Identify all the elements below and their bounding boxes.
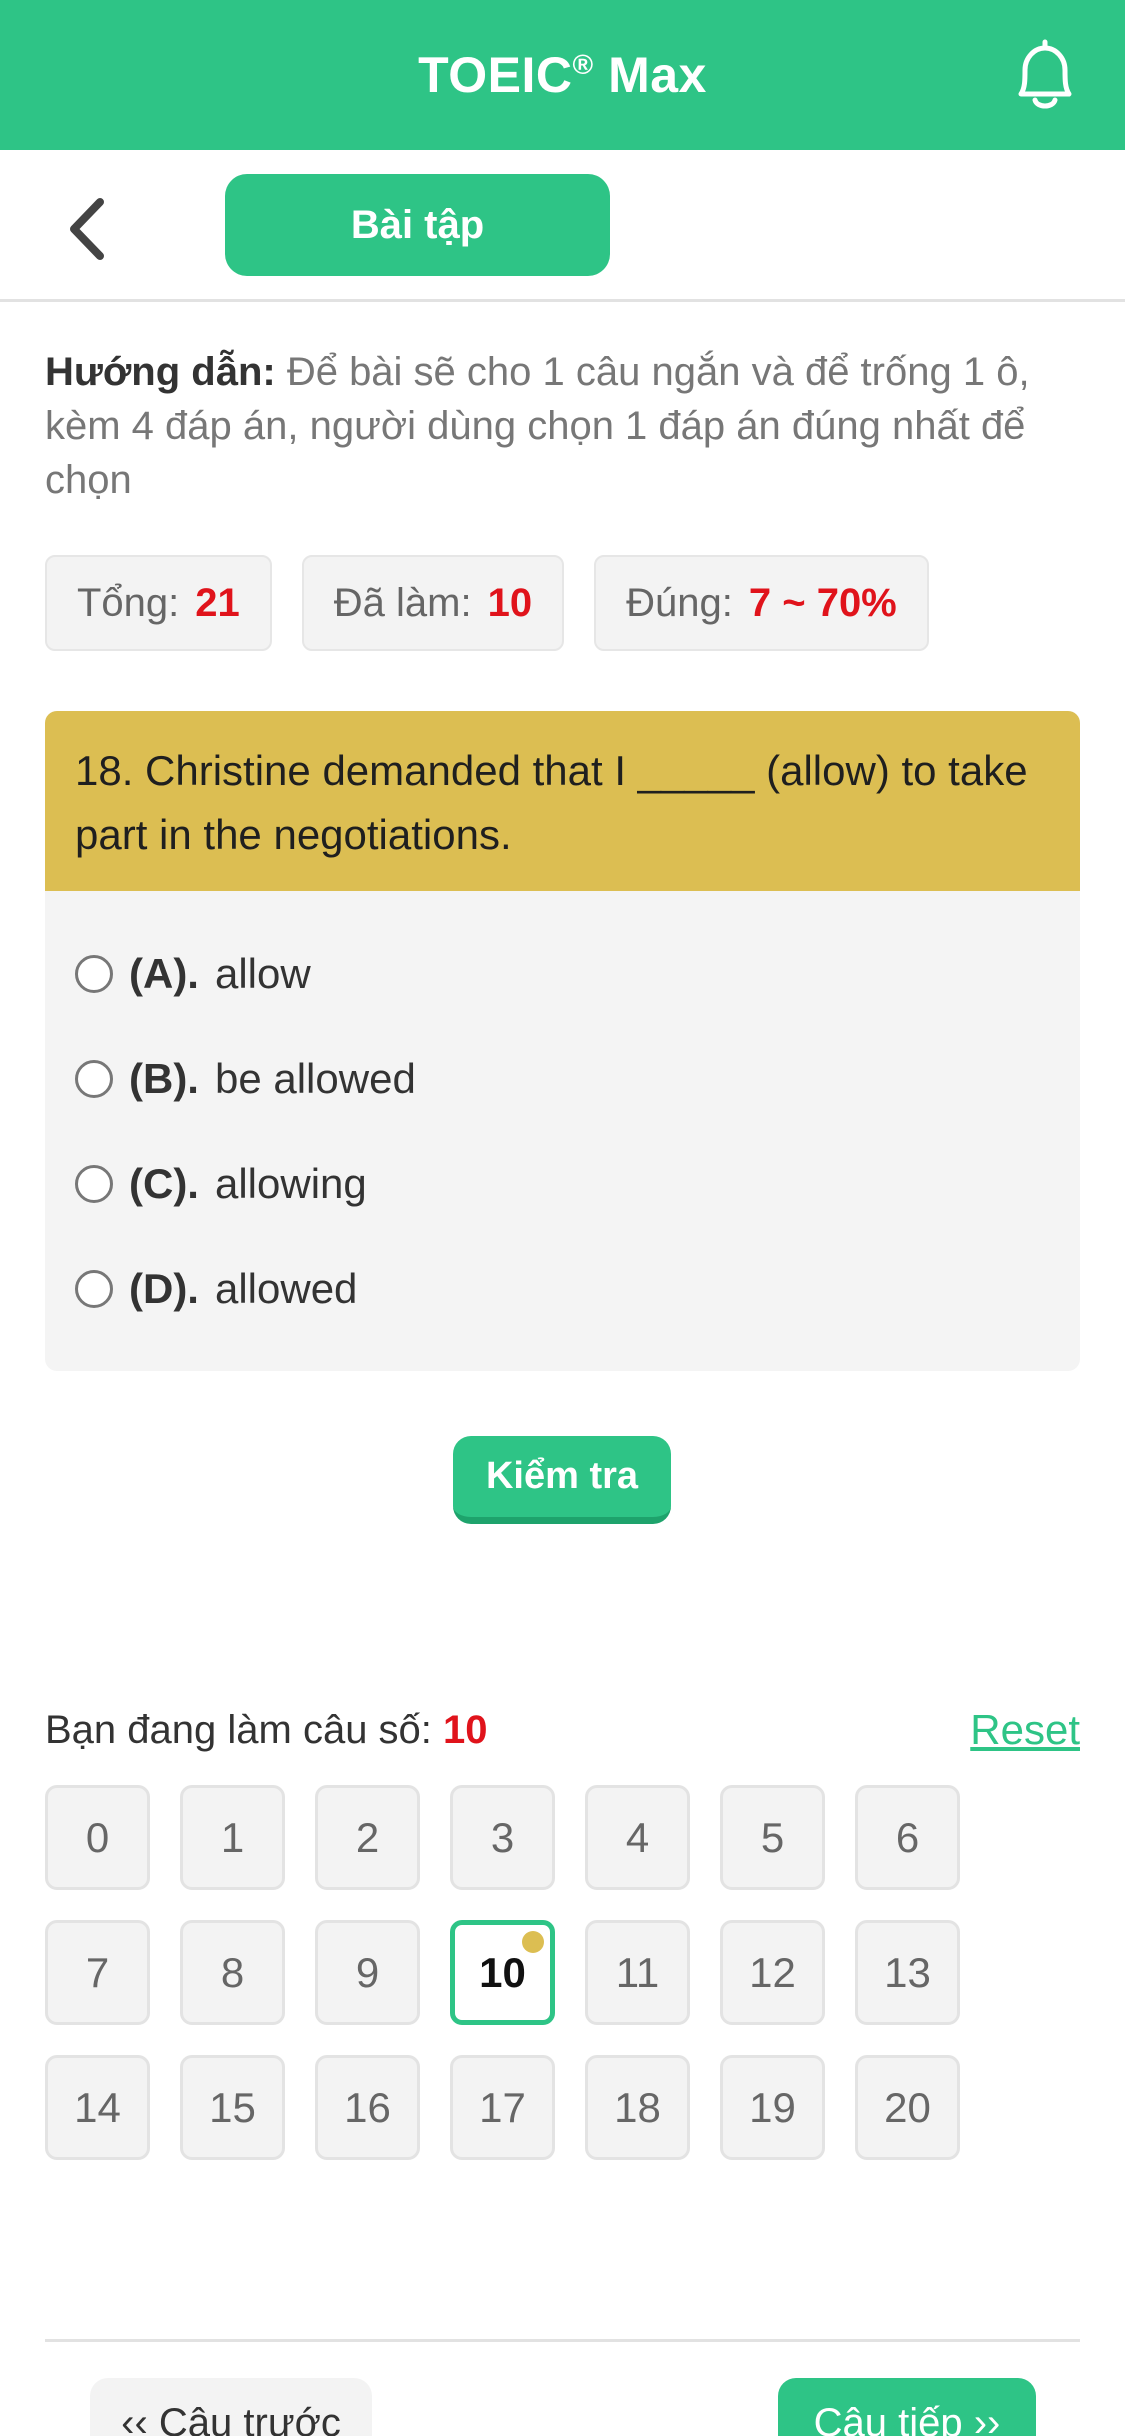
question-number-cell[interactable]: 5 [720,1785,825,1890]
current-indicator-dot [522,1931,544,1953]
question-number-cell[interactable]: 7 [45,1920,150,2025]
options-list: (A). allow (B). be allowed (C). allowing… [45,891,1080,1341]
stat-total: Tổng: 21 [45,555,272,651]
radio-button[interactable] [75,1164,113,1203]
stats-row: Tổng: 21 Đã làm: 10 Đúng: 7 ~ 70% [45,555,929,651]
question-number-cell[interactable]: 15 [180,2055,285,2160]
back-button[interactable] [60,194,120,264]
question-number-cell[interactable]: 14 [45,2055,150,2160]
question-number-cell[interactable]: 18 [585,2055,690,2160]
instructions: Hướng dẫn: Để bài sẽ cho 1 câu ngắn và đ… [45,345,1085,507]
current-question-label: Bạn đang làm câu số: 10 [45,1707,488,1752]
radio-button[interactable] [75,954,113,993]
next-question-button[interactable]: Câu tiếp ›› [778,2378,1036,2436]
app-screen: TOEIC® Max Bài tập Hướng dẫn: Để bài sẽ … [0,0,1125,2436]
top-bar: TOEIC® Max [0,0,1125,150]
option-a[interactable]: (A). allow [75,921,1050,1026]
question-number-cell[interactable]: 1 [180,1785,285,1890]
question-number-cell[interactable]: 4 [585,1785,690,1890]
question-card: 18. Christine demanded that I _____ (all… [45,711,1080,1371]
radio-button[interactable] [75,1269,113,1308]
tab-bai-tap[interactable]: Bài tập [225,174,610,276]
question-number-cell[interactable]: 19 [720,2055,825,2160]
question-number-cell[interactable]: 17 [450,2055,555,2160]
check-button[interactable]: Kiểm tra [453,1436,671,1524]
prev-question-button[interactable]: ‹‹ Câu trước [90,2378,372,2436]
question-number-cell[interactable]: 20 [855,2055,960,2160]
question-number-cell[interactable]: 2 [315,1785,420,1890]
question-number-cell[interactable]: 10 [450,1920,555,2025]
question-number-cell[interactable]: 8 [180,1920,285,2025]
question-number-cell[interactable]: 9 [315,1920,420,2025]
instructions-label: Hướng dẫn: [45,350,276,394]
question-number-cell[interactable]: 6 [855,1785,960,1890]
app-title: TOEIC® Max [418,47,707,103]
question-number-cell[interactable]: 3 [450,1785,555,1890]
stat-done: Đã làm: 10 [301,555,565,651]
question-grid: 0 1 2 3 4 5 6 7 8 9 10 11 12 13 14 15 16 17 18 19 20 [45,1785,1005,2160]
sub-header: Bài tập [0,150,1125,302]
option-b[interactable]: (B). be allowed [75,1026,1050,1131]
stat-correct: Đúng: 7 ~ 70% [594,555,929,651]
question-text: 18. Christine demanded that I _____ (all… [45,711,1080,891]
radio-button[interactable] [75,1059,113,1098]
divider [45,2339,1080,2342]
question-number-cell[interactable]: 12 [720,1920,825,2025]
question-number-cell[interactable]: 11 [585,1920,690,2025]
question-number-cell[interactable]: 0 [45,1785,150,1890]
option-c[interactable]: (C). allowing [75,1131,1050,1236]
reset-link[interactable]: Reset [970,1706,1080,1754]
question-number-cell[interactable]: 13 [855,1920,960,2025]
progress-row: Bạn đang làm câu số: 10 Reset [45,1700,1080,1760]
option-d[interactable]: (D). allowed [75,1236,1050,1341]
question-number-cell[interactable]: 16 [315,2055,420,2160]
bell-icon[interactable] [1005,36,1085,116]
